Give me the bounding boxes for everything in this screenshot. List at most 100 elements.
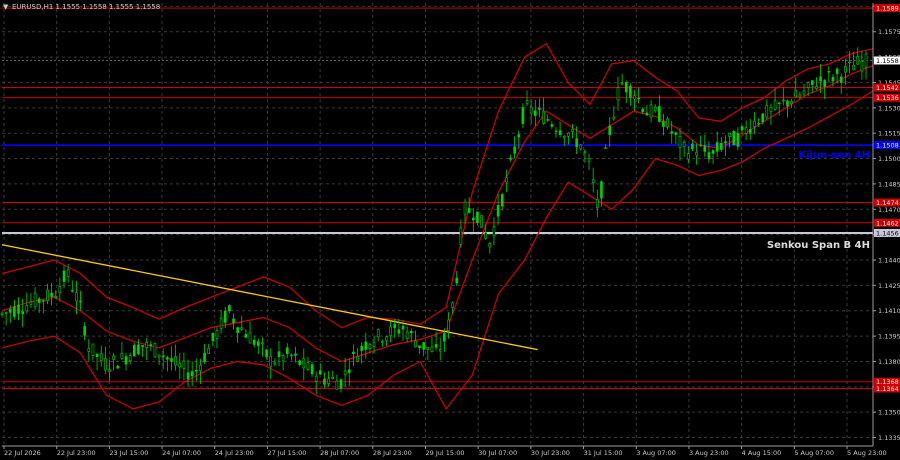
candle-body (372, 342, 376, 347)
candle-body (132, 344, 136, 357)
symbol-info: EURUSD,H1 1.1555 1.1558 1.1555 1.1558 (12, 3, 160, 11)
candle-body (604, 147, 607, 149)
candle-body (823, 80, 826, 87)
candle-body (587, 158, 591, 162)
x-tick-label: 3 Aug 23:00 (689, 449, 729, 457)
candle-body (339, 379, 343, 389)
candle-body (860, 61, 864, 72)
candle-body (691, 143, 694, 150)
candle-body (141, 345, 144, 347)
candle-body (467, 208, 471, 213)
candle-body (686, 153, 690, 160)
y-tick-label: 1.1395 (878, 333, 900, 341)
candle-body (302, 358, 306, 369)
candle-body (170, 358, 173, 362)
y-tick-label: 1.1575 (878, 28, 900, 36)
candle-body (451, 302, 454, 308)
candle-body (50, 292, 53, 297)
candle-body (748, 128, 752, 134)
x-tick-label: 24 Jul 07:00 (162, 449, 201, 457)
candle-body (645, 112, 649, 116)
candle-body (740, 126, 744, 131)
y-tick-label: 1.1530 (878, 104, 900, 112)
candle-body (666, 118, 669, 128)
level-label: 1.1589 (876, 5, 899, 13)
candle-body (70, 290, 74, 292)
candle-body (438, 349, 442, 352)
candle-body (699, 144, 702, 146)
candle-body (674, 132, 678, 135)
candle-body (794, 90, 798, 98)
candle-body (401, 325, 405, 330)
candle-body (335, 380, 339, 390)
x-tick-label: 24 Jul 23:00 (215, 449, 254, 457)
candle-body (463, 201, 467, 215)
candle-body (66, 269, 70, 277)
candle-body (347, 369, 351, 373)
candle-body (310, 364, 314, 375)
candle-body (182, 360, 186, 369)
x-tick-label: 29 Jul 15:00 (426, 449, 465, 457)
candle-body (360, 345, 363, 351)
candle-body (757, 122, 760, 125)
candle-body (352, 351, 355, 355)
candle-body (765, 105, 769, 118)
candle-body (434, 344, 438, 348)
level-label: 1.1474 (876, 199, 899, 207)
candle-body (368, 344, 372, 349)
x-tick-label: 27 Jul 15:00 (267, 449, 306, 457)
candle-body (137, 344, 140, 355)
candle-body (773, 100, 777, 110)
candle-body (662, 121, 665, 127)
candle-body (471, 217, 475, 221)
candle-body (128, 355, 132, 361)
candle-body (46, 289, 49, 302)
candle-body (161, 355, 165, 358)
candle-body (600, 181, 603, 199)
candle-body (376, 329, 380, 337)
candle-body (418, 345, 421, 348)
level-label: 1.1536 (876, 94, 899, 102)
candle-body (653, 106, 657, 112)
candle-body (500, 194, 504, 207)
candle-body (550, 124, 554, 127)
candle-body (236, 327, 239, 334)
x-tick-label: 28 Jul 23:00 (373, 449, 412, 457)
candle-body (83, 326, 86, 336)
candle-body (203, 352, 206, 362)
candle-body (447, 319, 450, 331)
candle-body (707, 152, 711, 160)
candle-body (422, 342, 425, 350)
candle-body (641, 108, 645, 113)
x-tick-label: 22 Jul 2026 (4, 449, 41, 457)
candle-body (62, 270, 66, 282)
candle-body (753, 121, 756, 127)
x-tick-label: 28 Jul 07:00 (320, 449, 359, 457)
candle-body (633, 95, 636, 100)
candle-body (306, 362, 310, 370)
candle-body (579, 144, 583, 150)
candle-body (529, 106, 533, 114)
candle-body (405, 331, 409, 339)
candle-body (277, 351, 281, 358)
y-tick-label: 1.1425 (878, 282, 900, 290)
candle-body (443, 333, 446, 342)
candle-body (612, 116, 616, 120)
candle-body (856, 55, 860, 65)
x-tick-label: 4 Aug 15:00 (742, 449, 782, 457)
candle-body (178, 363, 182, 368)
candle-body (252, 339, 256, 345)
candle-body (153, 343, 157, 358)
candle-body (223, 311, 227, 323)
candle-body (810, 80, 814, 85)
candle-body (761, 113, 764, 123)
x-tick-label: 5 Aug 07:00 (794, 449, 834, 457)
candle-body (174, 356, 177, 366)
candle-body (608, 125, 612, 135)
candle-body (120, 352, 124, 359)
candle-body (509, 157, 512, 160)
candle-body (17, 304, 20, 314)
candle-body (393, 323, 397, 329)
candle-body (864, 53, 868, 68)
candle-body (261, 342, 264, 345)
